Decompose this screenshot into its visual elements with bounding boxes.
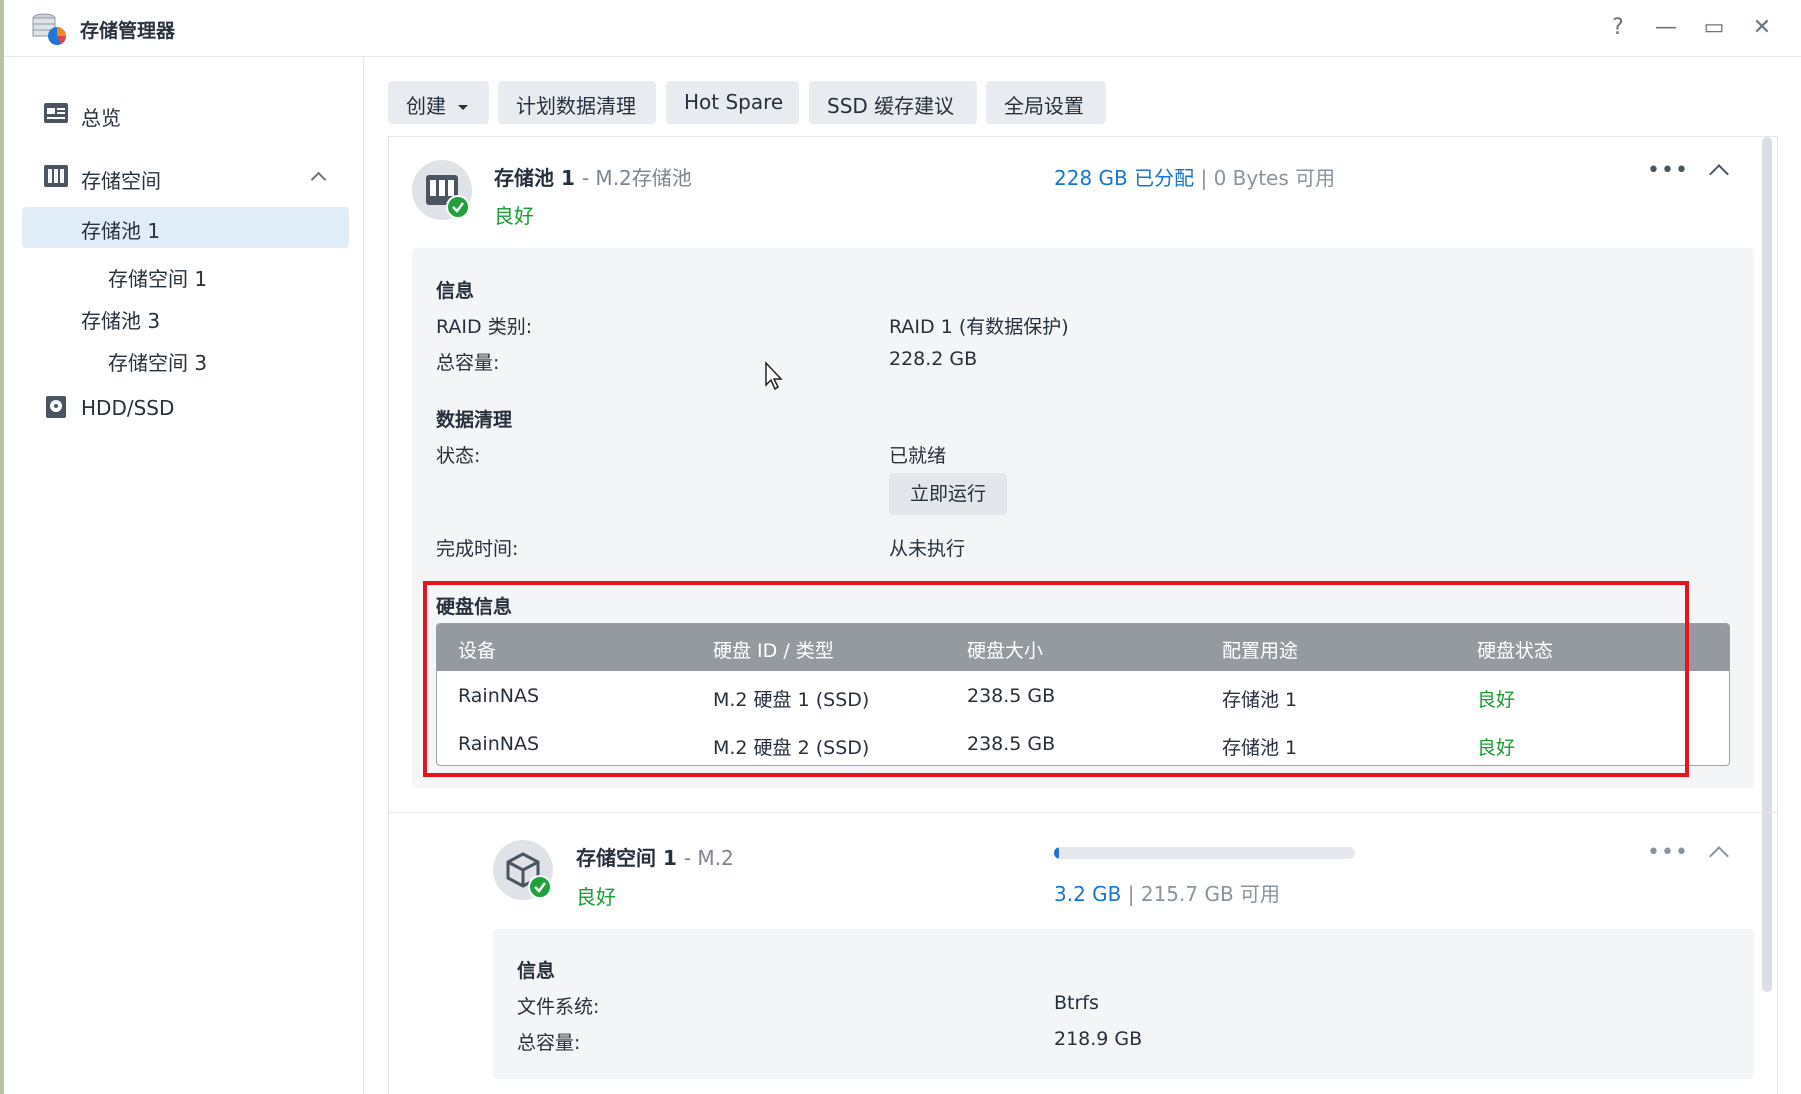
sidebar-label-pool1: 存储池 1 [81, 219, 161, 243]
scrub-status-label: 状态: [436, 445, 481, 467]
ssd-cache-button[interactable]: SSD 缓存建议 [809, 81, 977, 124]
pool-allocated: 228 GB 已分配 [1054, 166, 1195, 190]
sidebar-item-overview[interactable]: 总览 [4, 93, 364, 133]
volume-usage: 3.2 GB | 215.7 GB 可用 [1054, 878, 1280, 907]
sidebar: 总览 存储空间 存储池 1 存储空间 1 存储池 3 存储空间 3 HDD/SS… [4, 57, 364, 1094]
fs-label: 文件系统: [517, 996, 600, 1018]
maximize-icon[interactable]: ▭ [1700, 14, 1728, 42]
section-divider [389, 812, 1777, 813]
pool-more-icon[interactable]: ••• [1647, 158, 1689, 183]
mouse-cursor-icon [765, 361, 783, 391]
sidebar-item-hdd[interactable]: HDD/SSD [4, 387, 364, 427]
volume-capacity-label: 总容量: [517, 1032, 581, 1054]
volume-available: 215.7 GB 可用 [1140, 882, 1281, 906]
sidebar-item-storage[interactable]: 存储空间 [4, 156, 364, 196]
pool-type: - M.2存储池 [581, 166, 692, 190]
storage-manager-icon [32, 13, 66, 45]
volume-capacity-value: 218.9 GB [1054, 1028, 1143, 1050]
sidebar-label-overview: 总览 [81, 106, 121, 130]
caret-down-icon [458, 105, 469, 110]
chevron-up-icon[interactable] [310, 171, 327, 188]
scrub-status-value: 已就绪 [889, 445, 947, 467]
scrub-title: 数据清理 [436, 409, 513, 431]
volume-check-icon [528, 875, 552, 899]
check-icon [446, 195, 470, 219]
window-title: 存储管理器 [80, 20, 176, 42]
pool-info-title: 信息 [436, 280, 475, 302]
raid-label: RAID 类别: [436, 316, 533, 338]
help-icon[interactable]: ? [1604, 14, 1632, 42]
volume-used: 3.2 GB [1054, 882, 1122, 906]
hot-spare-button[interactable]: Hot Spare [666, 81, 799, 124]
volume-info-title: 信息 [517, 960, 556, 982]
volume-status: 良好 [576, 885, 616, 909]
raid-value: RAID 1 (有数据保护) [889, 316, 1069, 338]
title-bar: 存储管理器 ? — ▭ ✕ [4, 0, 1801, 57]
finish-value: 从未执行 [889, 538, 966, 560]
volume-info-box [493, 929, 1754, 1079]
pool-available: 0 Bytes 可用 [1213, 166, 1336, 190]
create-label: 创建 [406, 94, 446, 118]
run-now-button[interactable]: 立即运行 [889, 473, 1007, 515]
pool-status: 良好 [494, 204, 534, 228]
sidebar-label-hdd: HDD/SSD [81, 396, 175, 420]
sidebar-item-volume1[interactable]: 存储空间 1 [108, 263, 207, 303]
storage-icon [44, 165, 68, 187]
pool-separator: | [1200, 166, 1208, 190]
sidebar-item-pool1[interactable]: 存储池 1 [22, 207, 349, 248]
global-settings-button[interactable]: 全局设置 [986, 81, 1106, 124]
volume-name: 存储空间 1 [576, 846, 677, 870]
pool-title: 存储池 1 - M.2存储池 [494, 162, 692, 191]
volume-usage-bar [1054, 847, 1355, 859]
volume-type: - M.2 [683, 846, 734, 870]
sidebar-label-storage: 存储空间 [81, 169, 161, 193]
hdd-icon [46, 396, 66, 418]
sidebar-item-volume3[interactable]: 存储空间 3 [108, 347, 207, 387]
scrub-schedule-button[interactable]: 计划数据清理 [498, 81, 656, 124]
highlight-annotation-box [423, 581, 1689, 777]
create-button[interactable]: 创建 [388, 81, 489, 124]
fs-value: Btrfs [1054, 992, 1099, 1014]
overview-icon [44, 103, 68, 123]
minimize-icon[interactable]: — [1652, 14, 1680, 42]
capacity-value: 228.2 GB [889, 348, 978, 370]
pool-name: 存储池 1 [494, 166, 575, 190]
capacity-label: 总容量: [436, 352, 500, 374]
pool-allocation: 228 GB 已分配 | 0 Bytes 可用 [1054, 162, 1335, 191]
finish-label: 完成时间: [436, 538, 519, 560]
volume-title: 存储空间 1 - M.2 [576, 842, 734, 871]
close-icon[interactable]: ✕ [1748, 14, 1776, 42]
scrollbar[interactable] [1762, 137, 1772, 992]
sidebar-item-pool3[interactable]: 存储池 3 [81, 305, 160, 345]
volume-separator: | [1127, 882, 1135, 906]
volume-more-icon[interactable]: ••• [1647, 840, 1689, 865]
